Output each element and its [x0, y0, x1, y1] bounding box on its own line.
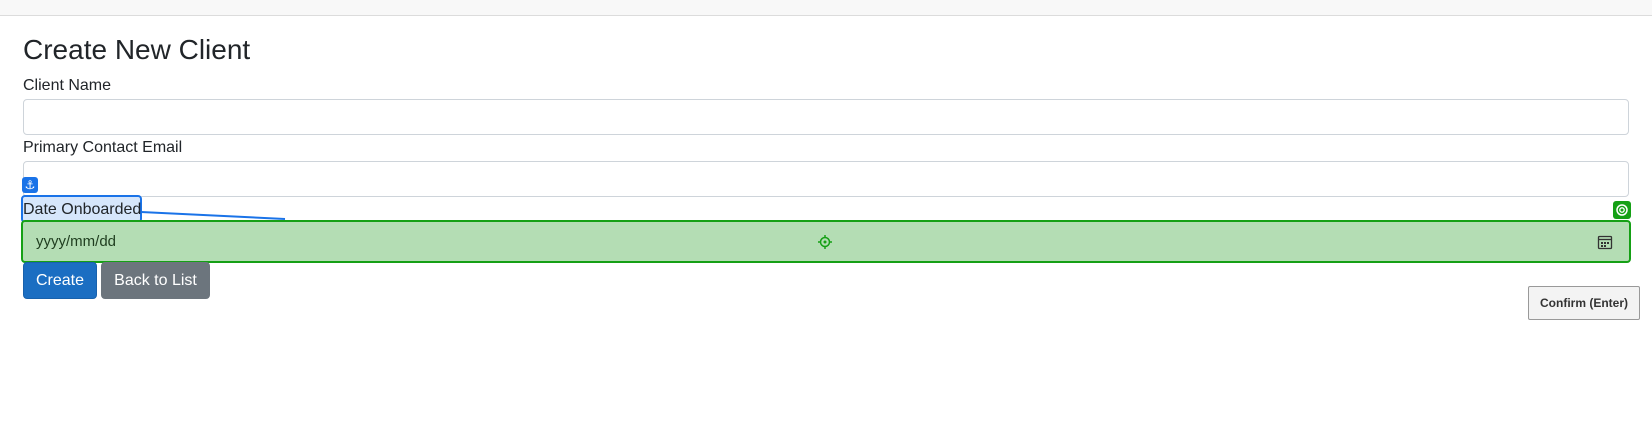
confirm-button[interactable]: Confirm (Enter): [1528, 286, 1640, 320]
crosshair-icon: [818, 235, 832, 249]
date-onboarded-placeholder: yyyy/mm/dd: [36, 233, 117, 250]
calendar-icon[interactable]: [1597, 234, 1613, 250]
date-onboarded-label: Date Onboarded: [23, 201, 142, 218]
back-to-list-button[interactable]: Back to List: [101, 262, 210, 299]
target-badge-icon: [1613, 201, 1631, 219]
page-title: Create New Client: [23, 34, 251, 65]
primary-contact-email-input[interactable]: [23, 161, 1629, 197]
anchor-icon: ⚓: [22, 177, 38, 193]
client-name-label: Client Name: [23, 77, 112, 94]
top-navbar: [0, 0, 1652, 16]
primary-contact-email-label: Primary Contact Email: [23, 139, 183, 156]
create-button[interactable]: Create: [23, 262, 97, 299]
client-name-input[interactable]: [23, 99, 1629, 135]
